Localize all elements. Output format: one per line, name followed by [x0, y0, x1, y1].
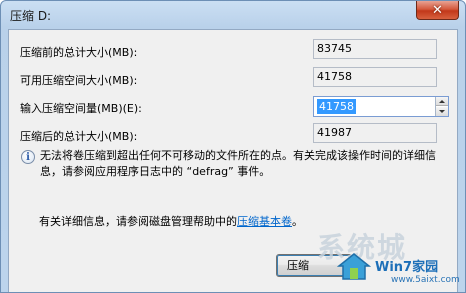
arrow-down-icon: [439, 110, 445, 113]
dialog-body: 压缩前的总计大小(MB): 83745 可用压缩空间大小(MB): 41758 …: [8, 29, 458, 292]
available-space-field: 41758: [313, 67, 437, 87]
shrink-basic-volume-link[interactable]: 压缩基本卷: [237, 215, 292, 228]
window-title: 压缩 D:: [10, 9, 52, 23]
arrow-up-icon: [439, 99, 445, 103]
help-prefix: 有关详细信息，请参阅磁盘管理帮助中的: [39, 215, 237, 228]
help-line: 有关详细信息，请参阅磁盘管理帮助中的压缩基本卷。: [39, 213, 303, 229]
spin-down-button[interactable]: [436, 107, 448, 116]
total-before-field: 83745: [313, 39, 437, 59]
shrink-amount-label: 输入压缩空间量(MB)(E):: [20, 102, 142, 115]
info-message: 无法将卷压缩到超出任何不可移动的文件所在的点。有关完成该操作时间的详细信息，请参…: [40, 149, 436, 178]
title-bar: 压缩 D: ✕: [1, 1, 465, 29]
shrink-dialog: 压缩 D: ✕ 压缩前的总计大小(MB): 83745 可用压缩空间大小(MB)…: [0, 0, 466, 293]
total-after-field: 41987: [313, 123, 437, 143]
shrink-amount-spinner[interactable]: 41758: [313, 96, 449, 117]
available-space-label: 可用压缩空间大小(MB):: [20, 74, 138, 87]
spin-up-button[interactable]: [436, 97, 448, 106]
info-icon: i: [21, 150, 35, 164]
shrink-button[interactable]: 压缩: [276, 254, 352, 277]
total-before-label: 压缩前的总计大小(MB):: [20, 46, 138, 59]
help-suffix: 。: [292, 215, 303, 228]
spinner-buttons: [435, 97, 448, 116]
close-button[interactable]: ✕: [416, 1, 459, 20]
close-icon: ✕: [432, 2, 443, 18]
shrink-amount-input[interactable]: 41758: [317, 99, 356, 114]
total-after-label: 压缩后的总计大小(MB):: [20, 130, 138, 143]
